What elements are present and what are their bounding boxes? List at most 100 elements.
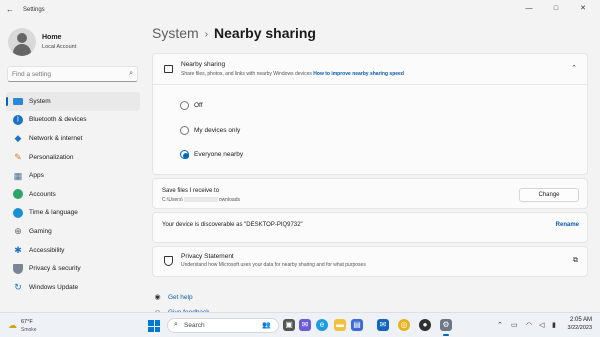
sidebar-item-label: Privacy & security bbox=[29, 265, 81, 273]
shield-icon bbox=[164, 256, 173, 266]
radio-off[interactable]: Off bbox=[180, 101, 203, 110]
minimize-button[interactable]: — bbox=[520, 3, 538, 15]
start-button[interactable] bbox=[148, 320, 160, 332]
sidebar-item-label: Network & internet bbox=[29, 134, 83, 142]
save-path-suffix: ownloads bbox=[218, 197, 240, 203]
radio-button[interactable] bbox=[180, 101, 189, 110]
update-icon: ↻ bbox=[14, 282, 22, 293]
apps-icon: ▦ bbox=[13, 170, 23, 181]
discoverable-text: Your device is discoverable as "DESKTOP-… bbox=[162, 222, 303, 228]
wifi-icon[interactable]: ◠ bbox=[526, 321, 532, 329]
system-clock[interactable]: 2:05 AM 3/22/2023 bbox=[560, 317, 592, 331]
sidebar-item-windows-update[interactable]: ↻ Windows Update bbox=[6, 278, 140, 297]
settings-app-icon[interactable]: ⚙ bbox=[440, 319, 452, 336]
volume-icon[interactable]: ◁ bbox=[539, 321, 544, 329]
sidebar-item-system[interactable]: System bbox=[6, 92, 140, 111]
title-bar: ← Settings — □ ✕ bbox=[0, 0, 600, 20]
sidebar-item-label: Personalization bbox=[29, 153, 74, 161]
save-path-prefix: C:\Users\ bbox=[162, 197, 183, 203]
weather-temp: 67°F bbox=[21, 319, 33, 325]
settings-window: ← Settings — □ ✕ Home Local Account ⌕ Sy… bbox=[0, 0, 600, 316]
nearby-desc-text: Share files, photos, and links with near… bbox=[181, 71, 312, 77]
radio-everyone-nearby[interactable]: Everyone nearby bbox=[180, 150, 243, 159]
external-link-icon[interactable]: ⧉ bbox=[573, 257, 578, 265]
sidebar-item-label: Accessibility bbox=[29, 246, 65, 254]
settings-search-box[interactable]: ⌕ bbox=[7, 66, 138, 82]
chrome-icon[interactable]: ◎ bbox=[398, 319, 410, 331]
windows-logo-tile bbox=[148, 320, 154, 326]
sidebar-item-label: Bluetooth & devices bbox=[29, 116, 87, 124]
profile-account-type: Local Account bbox=[42, 44, 77, 50]
store-icon[interactable]: ▤ bbox=[351, 319, 363, 331]
clock-time: 2:05 AM bbox=[569, 317, 592, 323]
page-title: Nearby sharing bbox=[214, 25, 316, 41]
sidebar-item-label: Time & language bbox=[29, 209, 78, 217]
search-highlight-icon: 👥 bbox=[262, 322, 271, 329]
get-help-link[interactable]: ◉ Get help bbox=[153, 293, 193, 302]
bluetooth-icon: ᛒ bbox=[13, 114, 23, 125]
radio-button-checked[interactable] bbox=[180, 150, 189, 159]
clock-date: 3/22/2023 bbox=[567, 325, 592, 331]
windows-logo-tile bbox=[154, 326, 160, 332]
nearby-share-icon bbox=[164, 65, 173, 73]
sidebar-item-bluetooth[interactable]: ᛒ Bluetooth & devices bbox=[6, 111, 140, 130]
maximize-button[interactable]: □ bbox=[547, 3, 565, 15]
sidebar-item-label: System bbox=[29, 97, 51, 105]
privacy-title: Privacy Statement bbox=[181, 253, 234, 260]
privacy-statement-card[interactable]: Privacy Statement Understand how Microso… bbox=[152, 246, 588, 277]
window-title: Settings bbox=[23, 7, 45, 13]
chat-icon[interactable]: ✉ bbox=[299, 319, 311, 331]
gaming-icon: ⊕ bbox=[14, 226, 22, 237]
discoverable-card: Your device is discoverable as "DESKTOP-… bbox=[152, 212, 588, 243]
battery-icon[interactable]: ▮ bbox=[552, 321, 556, 329]
nearby-sharing-card: Nearby sharing Share files, photos, and … bbox=[152, 53, 588, 175]
sidebar-item-time-language[interactable]: Time & language bbox=[6, 204, 140, 223]
breadcrumb-parent[interactable]: System bbox=[152, 25, 199, 41]
breadcrumb: System › Nearby sharing bbox=[152, 25, 316, 41]
taskbar-search-label: Search bbox=[184, 322, 205, 329]
accessibility-icon: ✱ bbox=[14, 245, 22, 256]
get-help-label[interactable]: Get help bbox=[168, 294, 193, 301]
change-button[interactable]: Change bbox=[519, 188, 579, 202]
sidebar-item-apps[interactable]: ▦ Apps bbox=[6, 166, 140, 185]
teams-meet-icon[interactable]: ▭ bbox=[511, 321, 518, 329]
windows-logo-tile bbox=[154, 320, 160, 326]
sidebar-item-personalization[interactable]: ✎ Personalization bbox=[6, 148, 140, 167]
mail-icon[interactable]: ✉ bbox=[377, 319, 389, 331]
privacy-description: Understand how Microsoft uses your data … bbox=[181, 262, 366, 268]
sidebar-item-gaming[interactable]: ⊕ Gaming bbox=[6, 222, 140, 241]
sidebar-nav: System ᛒ Bluetooth & devices ◆ Network &… bbox=[6, 92, 140, 297]
taskbar-search[interactable]: ⌕ Search 👥 bbox=[167, 318, 279, 333]
sidebar-item-label: Apps bbox=[29, 172, 44, 180]
file-explorer-icon[interactable]: ▬ bbox=[334, 319, 346, 331]
search-icon[interactable]: ⌕ bbox=[129, 70, 133, 78]
radio-label: Everyone nearby bbox=[194, 151, 244, 158]
sidebar-item-network[interactable]: ◆ Network & internet bbox=[6, 129, 140, 148]
search-icon: ⌕ bbox=[174, 321, 178, 328]
avatar bbox=[8, 28, 36, 56]
media-app-icon[interactable]: ● bbox=[419, 319, 431, 331]
network-icon: ◆ bbox=[14, 133, 22, 144]
chevron-up-icon[interactable]: ⌃ bbox=[571, 64, 577, 72]
edge-icon[interactable]: e bbox=[316, 319, 328, 331]
back-arrow-icon[interactable]: ← bbox=[6, 5, 14, 14]
avatar-head bbox=[17, 33, 27, 43]
nearby-sharing-header[interactable]: Nearby sharing Share files, photos, and … bbox=[153, 54, 587, 84]
sidebar-item-label: Accounts bbox=[29, 190, 56, 198]
system-icon bbox=[13, 97, 23, 105]
radio-button[interactable] bbox=[180, 126, 189, 135]
taskbar: ☁ 67°F Smoke ⌕ Search 👥 ▣ ✉ e ▬ ▤ ✉ ◎ ● … bbox=[0, 312, 600, 337]
improve-speed-link[interactable]: How to improve nearby sharing speed bbox=[313, 71, 404, 77]
globe-icon bbox=[13, 207, 23, 218]
rename-link[interactable]: Rename bbox=[556, 222, 579, 228]
search-input[interactable] bbox=[12, 69, 122, 80]
task-view-icon[interactable]: ▣ bbox=[283, 319, 295, 331]
close-button[interactable]: ✕ bbox=[574, 3, 592, 15]
sidebar-item-accessibility[interactable]: ✱ Accessibility bbox=[6, 241, 140, 260]
sidebar-item-accounts[interactable]: Accounts bbox=[6, 185, 140, 204]
radio-my-devices[interactable]: My devices only bbox=[180, 126, 240, 135]
windows-logo-tile bbox=[148, 326, 154, 332]
sidebar-item-privacy[interactable]: Privacy & security bbox=[6, 259, 140, 278]
chevron-up-icon[interactable]: ⌃ bbox=[497, 321, 503, 329]
shield-icon bbox=[13, 263, 23, 274]
